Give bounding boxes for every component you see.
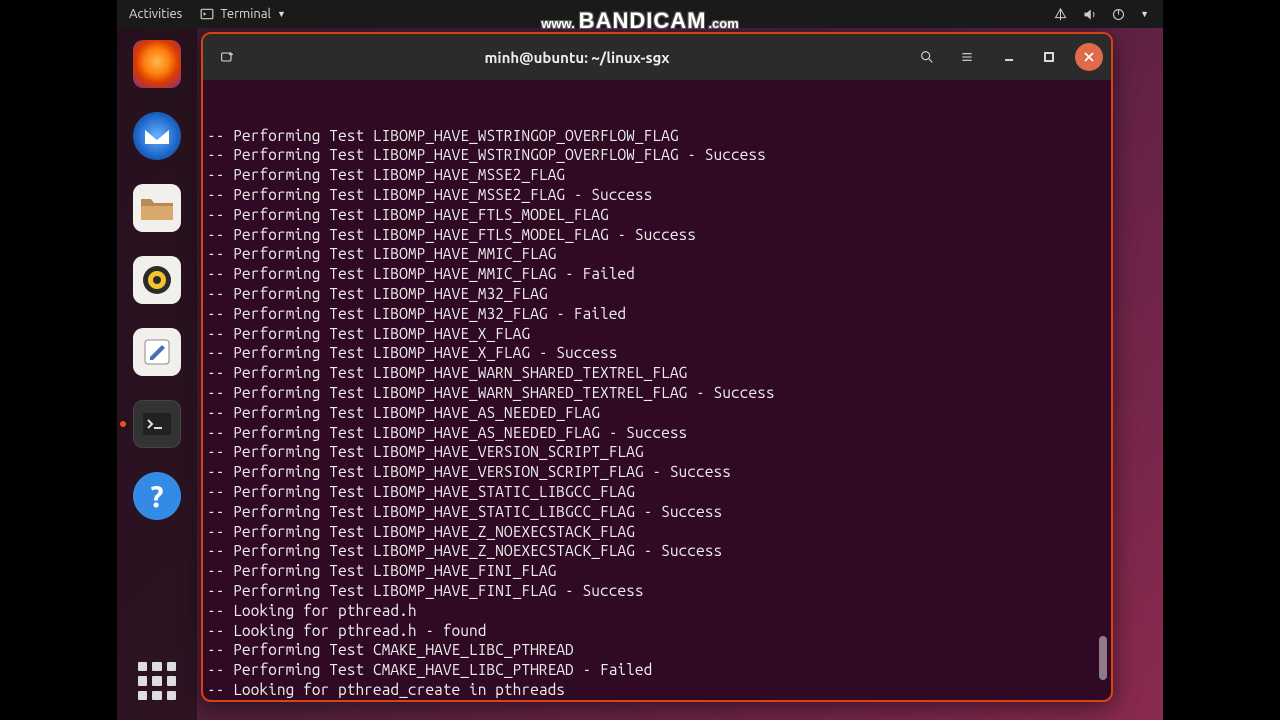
terminal-line: -- Performing Test LIBOMP_HAVE_MSSE2_FLA… xyxy=(207,185,1107,205)
terminal-line: -- Performing Test LIBOMP_HAVE_AS_NEEDED… xyxy=(207,423,1107,443)
window-titlebar[interactable]: minh@ubuntu: ~/linux-sgx xyxy=(203,34,1111,80)
close-button[interactable] xyxy=(1075,43,1103,71)
dock-thunderbird[interactable] xyxy=(133,112,181,160)
terminal-app-icon xyxy=(143,413,171,435)
help-icon: ? xyxy=(150,479,163,513)
maximize-button[interactable] xyxy=(1035,43,1063,71)
terminal-line: -- Performing Test LIBOMP_HAVE_MMIC_FLAG xyxy=(207,244,1107,264)
terminal-line: -- Performing Test CMAKE_HAVE_LIBC_PTHRE… xyxy=(207,640,1107,660)
speaker-icon xyxy=(141,264,173,296)
terminal-body[interactable]: -- Performing Test LIBOMP_HAVE_WSTRINGOP… xyxy=(203,80,1111,700)
new-tab-icon xyxy=(219,49,235,65)
close-icon xyxy=(1083,51,1095,63)
pencil-icon xyxy=(142,337,172,367)
thunderbird-icon xyxy=(139,118,175,154)
terminal-line: -- Looking for pthread.h - found xyxy=(207,621,1107,641)
terminal-line: -- Performing Test LIBOMP_HAVE_VERSION_S… xyxy=(207,462,1107,482)
terminal-line: -- Performing Test LIBOMP_HAVE_M32_FLAG … xyxy=(207,304,1107,324)
system-menu-chevron-icon[interactable]: ▼ xyxy=(1140,9,1149,19)
terminal-line: -- Performing Test LIBOMP_HAVE_AS_NEEDED… xyxy=(207,403,1107,423)
dock-files[interactable] xyxy=(133,184,181,232)
terminal-line: -- Performing Test LIBOMP_HAVE_WARN_SHAR… xyxy=(207,363,1107,383)
terminal-line: -- Performing Test LIBOMP_HAVE_Z_NOEXECS… xyxy=(207,522,1107,542)
terminal-line: -- Looking for pthread.h xyxy=(207,601,1107,621)
chevron-down-icon: ▼ xyxy=(277,9,286,19)
terminal-line: -- Performing Test LIBOMP_HAVE_WSTRINGOP… xyxy=(207,126,1107,146)
dock-firefox[interactable] xyxy=(133,40,181,88)
terminal-line: -- Performing Test CMAKE_HAVE_LIBC_PTHRE… xyxy=(207,660,1107,680)
launcher-dock: ? xyxy=(117,28,197,720)
terminal-line: -- Performing Test LIBOMP_HAVE_FTLS_MODE… xyxy=(207,225,1107,245)
hamburger-menu-button[interactable] xyxy=(951,41,983,73)
terminal-line: -- Performing Test LIBOMP_HAVE_FINI_FLAG xyxy=(207,561,1107,581)
power-icon[interactable] xyxy=(1111,7,1126,22)
network-icon[interactable] xyxy=(1053,7,1068,22)
folder-icon xyxy=(139,193,175,223)
new-tab-button[interactable] xyxy=(211,41,243,73)
terminal-line: -- Performing Test LIBOMP_HAVE_WSTRINGOP… xyxy=(207,145,1107,165)
terminal-line: -- Performing Test LIBOMP_HAVE_X_FLAG xyxy=(207,324,1107,344)
terminal-line: -- Performing Test LIBOMP_HAVE_STATIC_LI… xyxy=(207,502,1107,522)
minimize-button[interactable] xyxy=(995,43,1023,71)
search-icon xyxy=(919,49,935,65)
terminal-line: -- Performing Test LIBOMP_HAVE_MSSE2_FLA… xyxy=(207,165,1107,185)
terminal-icon xyxy=(200,7,214,21)
terminal-line: -- Performing Test LIBOMP_HAVE_STATIC_LI… xyxy=(207,482,1107,502)
terminal-line: -- Performing Test LIBOMP_HAVE_FTLS_MODE… xyxy=(207,205,1107,225)
terminal-line: -- Looking for pthread_create in pthread… xyxy=(207,680,1107,700)
terminal-line: -- Performing Test LIBOMP_HAVE_X_FLAG - … xyxy=(207,343,1107,363)
dock-help[interactable]: ? xyxy=(133,472,181,520)
bandicam-watermark: www.BANDICAM.com xyxy=(541,8,739,34)
window-title: minh@ubuntu: ~/linux-sgx xyxy=(251,49,903,66)
dock-rhythmbox[interactable] xyxy=(133,256,181,304)
app-menu[interactable]: Terminal ▼ xyxy=(200,7,286,21)
dock-terminal[interactable] xyxy=(133,400,181,448)
show-applications[interactable] xyxy=(138,662,176,700)
terminal-line: -- Performing Test LIBOMP_HAVE_WARN_SHAR… xyxy=(207,383,1107,403)
dock-text-editor[interactable] xyxy=(133,328,181,376)
terminal-line: -- Performing Test LIBOMP_HAVE_MMIC_FLAG… xyxy=(207,264,1107,284)
hamburger-icon xyxy=(959,49,975,65)
terminal-window: minh@ubuntu: ~/linux-sgx -- Performing T… xyxy=(201,32,1113,702)
app-menu-label: Terminal xyxy=(220,7,271,21)
maximize-icon xyxy=(1043,51,1055,63)
terminal-line: -- Performing Test LIBOMP_HAVE_Z_NOEXECS… xyxy=(207,541,1107,561)
search-button[interactable] xyxy=(911,41,943,73)
terminal-line: -- Performing Test LIBOMP_HAVE_FINI_FLAG… xyxy=(207,581,1107,601)
minimize-icon xyxy=(1003,51,1015,63)
terminal-line: -- Performing Test LIBOMP_HAVE_M32_FLAG xyxy=(207,284,1107,304)
activities-button[interactable]: Activities xyxy=(129,7,182,21)
volume-icon[interactable] xyxy=(1082,7,1097,22)
scrollbar-thumb[interactable] xyxy=(1099,636,1107,680)
terminal-line: -- Performing Test LIBOMP_HAVE_VERSION_S… xyxy=(207,442,1107,462)
